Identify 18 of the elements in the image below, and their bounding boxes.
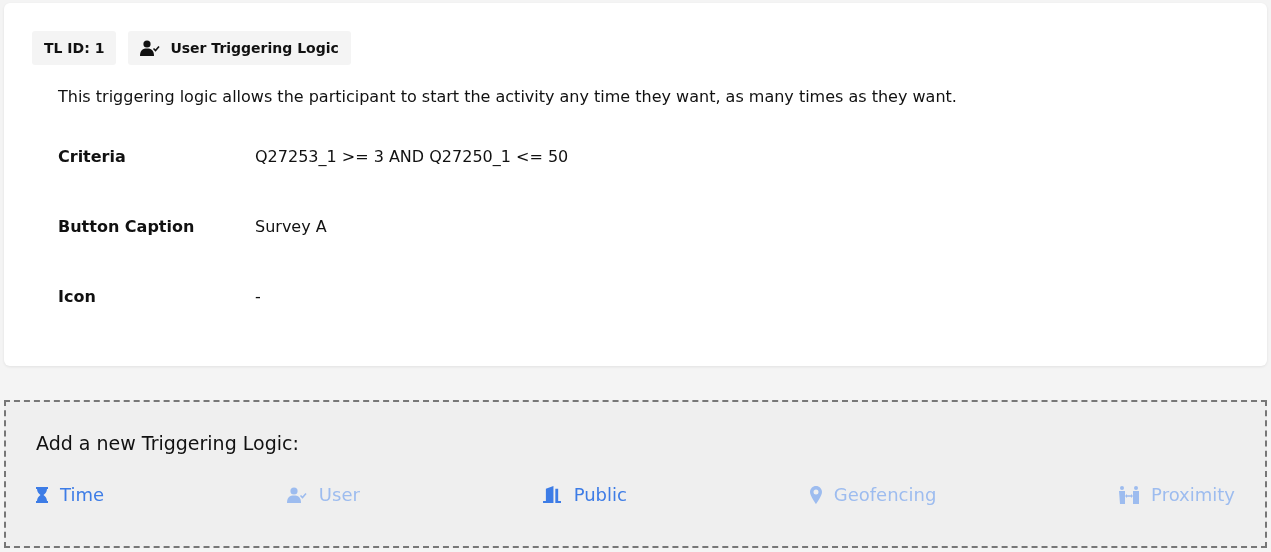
hourglass-icon (36, 486, 48, 503)
door-icon (542, 486, 562, 503)
user-check-icon (140, 40, 161, 56)
field-label: Icon (58, 286, 97, 308)
user-check-icon (286, 486, 307, 503)
option-link[interactable]: Time (36, 484, 105, 505)
panel-title: Add a new Triggering Logic: (36, 432, 300, 454)
field-value: Survey A (255, 216, 327, 238)
description: This triggering logic allows the participant to start the activity any time they want, as many times as they want. (58, 87, 958, 106)
field-label: Button Caption (58, 216, 196, 238)
type-label: User Triggering Logic (170, 40, 339, 56)
option-link[interactable]: Public (542, 484, 627, 505)
people-arrow-icon (1119, 485, 1140, 504)
id-badge: TL ID: 1 (32, 31, 117, 65)
field-label: Criteria (58, 146, 127, 168)
map-pin-icon (809, 485, 822, 504)
field-value: Q27253_1 >= 3 AND Q27250_1 <= 50 (255, 146, 569, 168)
field-value: - (255, 286, 261, 308)
